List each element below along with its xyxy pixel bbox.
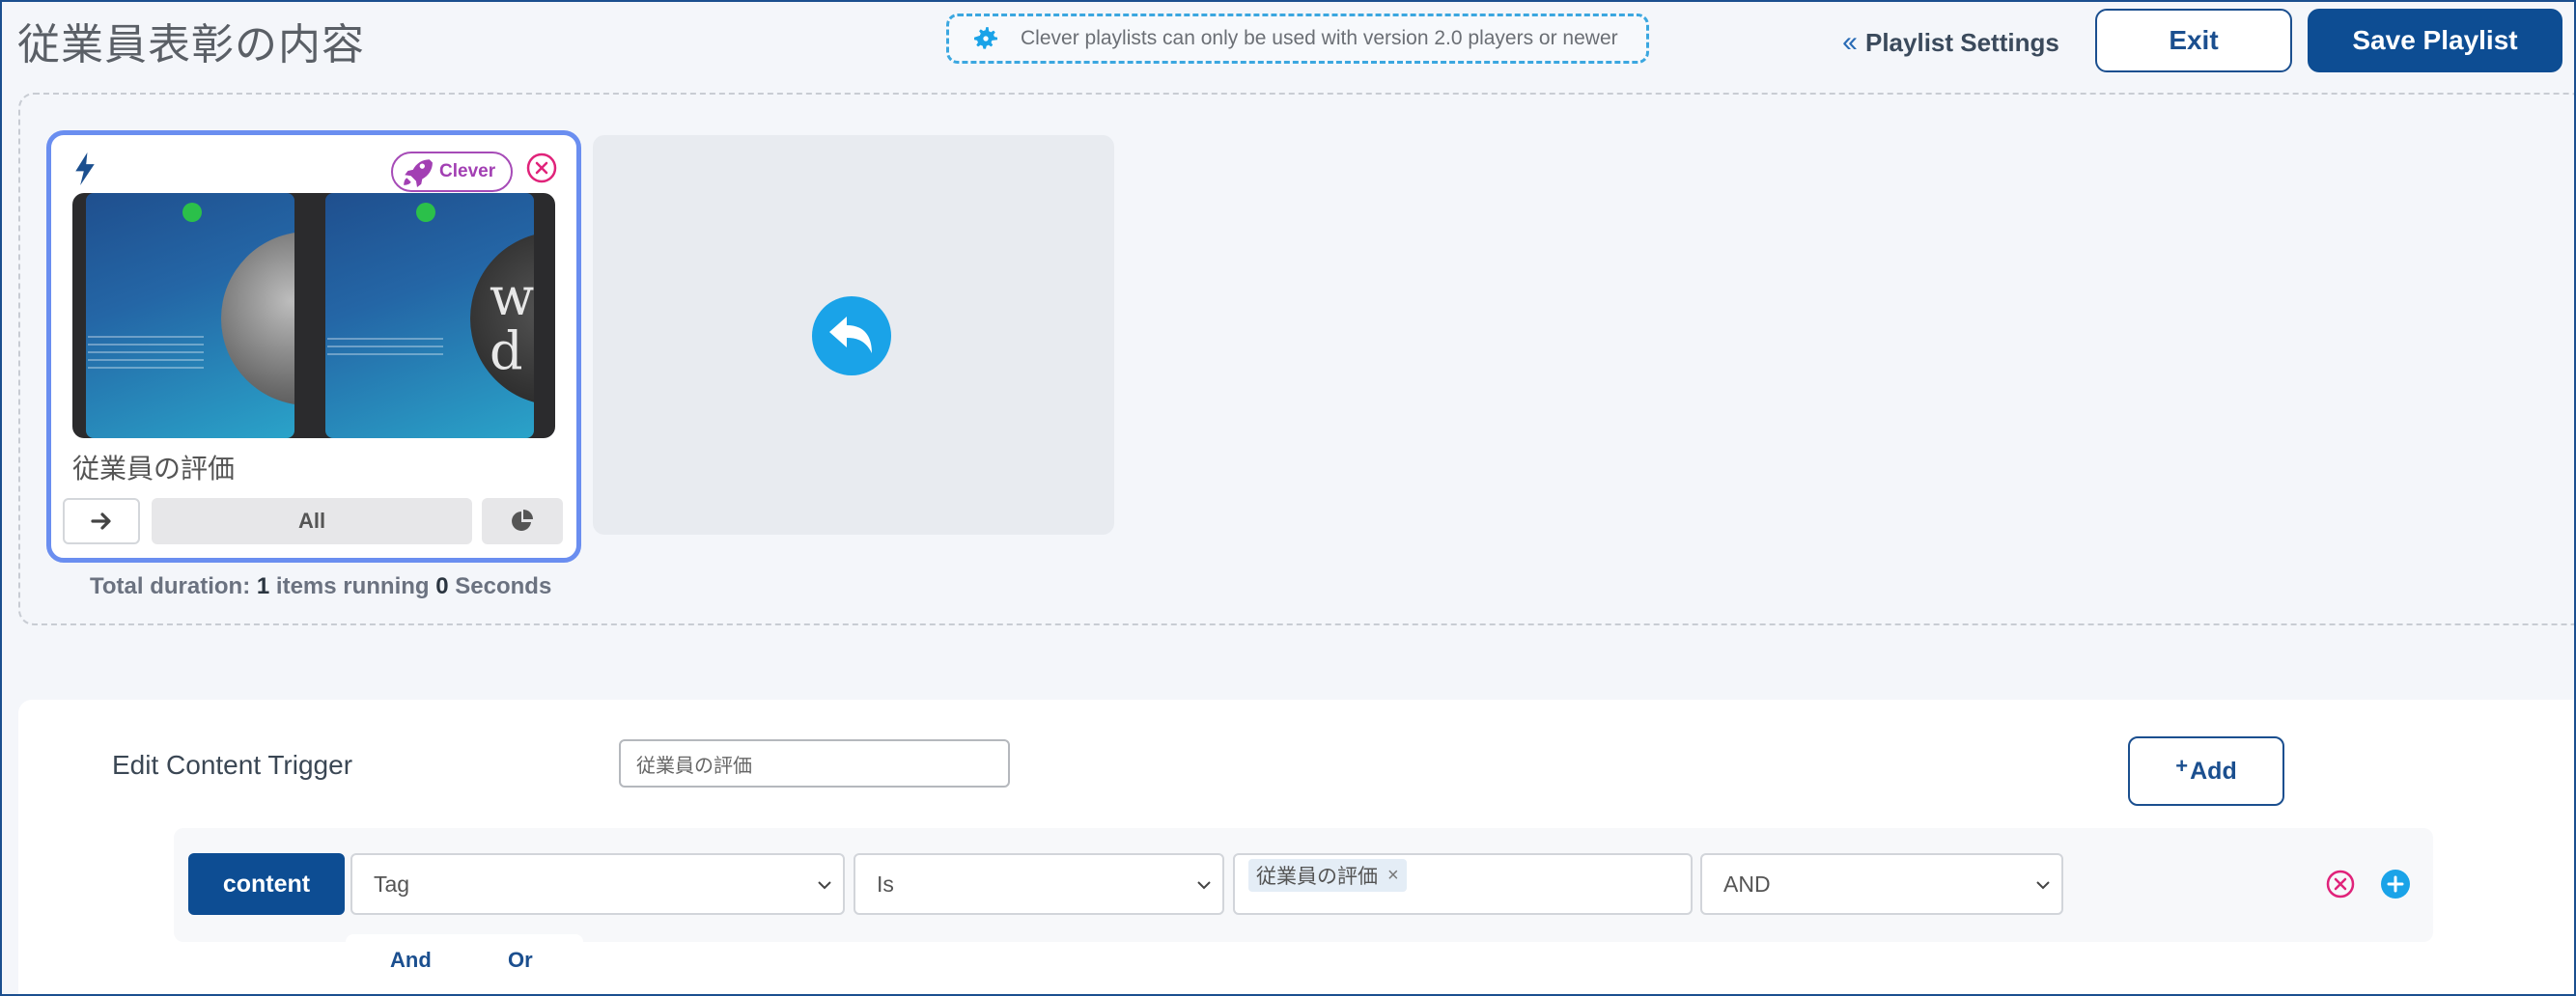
exit-button[interactable]: Exit xyxy=(2095,9,2292,72)
version-notice-text: Clever playlists can only be used with v… xyxy=(1021,27,1618,49)
rule-type-badge[interactable]: content xyxy=(188,853,345,915)
tag-chip-label: 従業員の評価 xyxy=(1256,865,1378,888)
rule-field-select[interactable]: Tag xyxy=(350,853,845,915)
playlist-settings-link[interactable]: ‹‹ Playlist Settings xyxy=(1842,26,2059,59)
remove-tag-icon[interactable]: × xyxy=(1387,865,1399,887)
playlist-item-card[interactable]: Clever wd 従業員の評価 All xyxy=(46,130,581,563)
rule-conjunction-value: AND xyxy=(1723,871,1771,897)
pie-chart-icon xyxy=(512,510,533,531)
remove-rule-icon[interactable] xyxy=(2325,869,2356,899)
chevron-down-icon xyxy=(818,881,831,890)
thumbnail-slide: wd xyxy=(325,193,534,438)
clever-badge: Clever xyxy=(391,152,513,192)
empty-drop-zone[interactable] xyxy=(593,135,1114,535)
double-chevron-left-icon: ‹‹ xyxy=(1842,26,1858,58)
total-duration: Total duration: 1 items running 0 Second… xyxy=(90,573,552,599)
page-title: 従業員表彰の内容 xyxy=(17,20,365,69)
plus-icon: + xyxy=(2175,754,2189,778)
add-trigger-label: Add xyxy=(2190,757,2237,785)
rule-operator-select[interactable]: Is xyxy=(854,853,1224,915)
add-trigger-button[interactable]: + Add xyxy=(2128,736,2284,806)
logic-options xyxy=(346,934,583,994)
rule-conjunction-select[interactable]: AND xyxy=(1700,853,2063,915)
undo-button[interactable] xyxy=(812,296,891,375)
version-notice: Clever playlists can only be used with v… xyxy=(946,14,1649,64)
add-rule-icon[interactable] xyxy=(2380,869,2411,899)
trigger-title: Edit Content Trigger xyxy=(112,750,353,780)
content-thumbnail: wd xyxy=(72,193,555,438)
rule-tag-input[interactable]: 従業員の評価 × xyxy=(1233,853,1693,915)
move-item-button[interactable] xyxy=(63,498,140,544)
playlist-item-name: 従業員の評価 xyxy=(72,453,236,484)
arrow-right-icon xyxy=(91,512,111,530)
statistics-button[interactable] xyxy=(482,498,563,544)
rule-operator-value: Is xyxy=(877,871,894,897)
save-playlist-button[interactable]: Save Playlist xyxy=(2308,9,2562,72)
chevron-down-icon xyxy=(2036,881,2050,890)
trigger-name-input[interactable] xyxy=(619,739,1010,788)
close-circle-icon[interactable] xyxy=(525,152,558,184)
gear-icon xyxy=(974,27,997,49)
rocket-icon xyxy=(404,159,433,187)
playlist-settings-label: Playlist Settings xyxy=(1864,27,2059,57)
rule-field-value: Tag xyxy=(374,871,410,897)
logic-or-option[interactable]: Or xyxy=(508,948,533,973)
bolt-icon xyxy=(75,152,95,185)
clever-badge-label: Clever xyxy=(439,161,496,181)
thumbnail-slide xyxy=(86,193,294,438)
logic-and-option[interactable]: And xyxy=(390,948,432,973)
schedule-all-button[interactable]: All xyxy=(152,498,472,544)
tag-chip: 従業員の評価 × xyxy=(1248,859,1407,892)
chevron-down-icon xyxy=(1197,881,1211,890)
undo-icon xyxy=(829,317,872,353)
